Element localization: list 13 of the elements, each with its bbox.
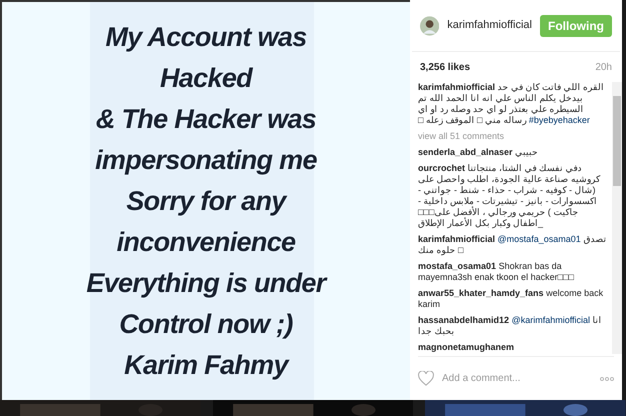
- more-options-icon[interactable]: [600, 376, 614, 380]
- post-time: 20h: [595, 60, 612, 74]
- username[interactable]: karimfahmiofficial: [447, 17, 532, 34]
- comment: anwar55_khater_hamdy_fans welcome back karim: [418, 288, 604, 310]
- view-all-comments-link[interactable]: view all 51 comments: [418, 131, 608, 142]
- comment-field[interactable]: Add a comment...: [442, 371, 592, 386]
- comment: magnonetamughanem: [418, 342, 516, 353]
- following-button[interactable]: Following: [540, 14, 612, 36]
- post-message: My Account was Hacked & The Hacker was impersonating me Sorry for any inconvenience Everything is under Control now ;) Karim Fahmy: [86, 20, 326, 382]
- likes-count: 3,256 likes: [420, 60, 470, 74]
- comment: mostafa_osama01 Shokran bas da mayemna3sh enak tkoon el hacker□□□: [418, 261, 575, 283]
- scrollbar[interactable]: [612, 82, 622, 354]
- heart-icon[interactable]: [418, 371, 434, 386]
